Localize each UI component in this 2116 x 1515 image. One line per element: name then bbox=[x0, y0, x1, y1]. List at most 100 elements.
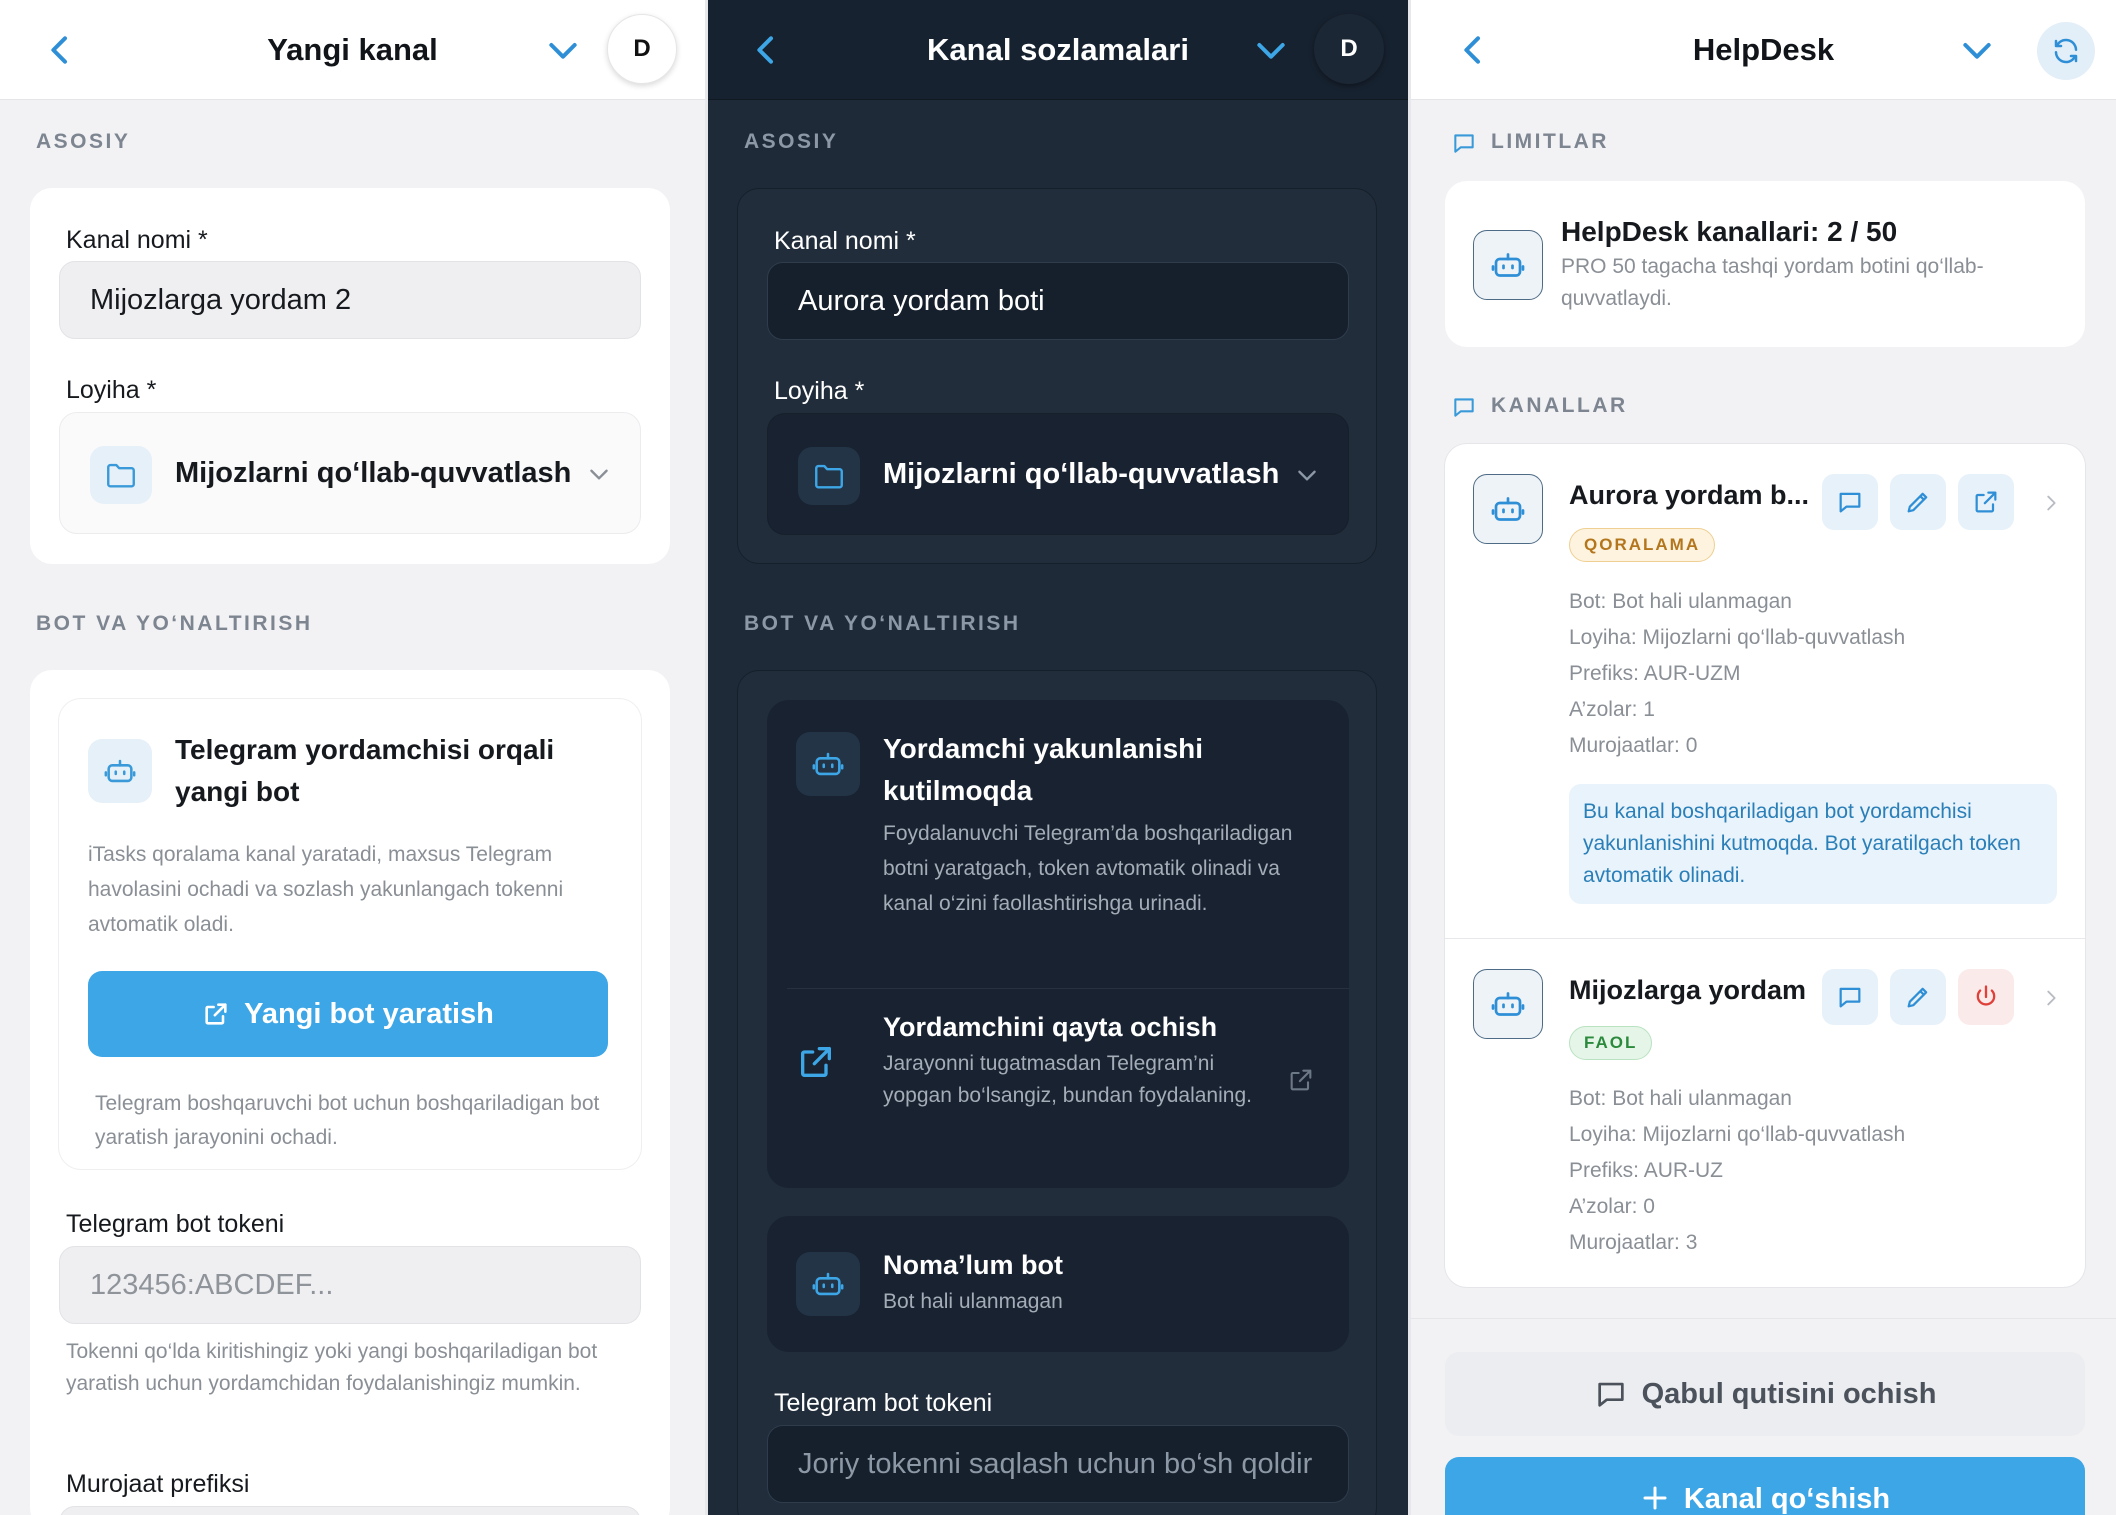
chevron-down-icon bbox=[590, 469, 608, 480]
dropdown-button[interactable] bbox=[543, 30, 583, 70]
pending-description: Foydalanuvchi Telegram’da boshqariladiga… bbox=[883, 822, 1293, 915]
channel-bot: Bot: Bot hali ulanmagan bbox=[1569, 590, 1792, 613]
wizard-hint: Telegram boshqaruvchi bot uchun boshqari… bbox=[95, 1092, 600, 1149]
token-label: Telegram bot tokeni bbox=[66, 1210, 285, 1238]
external-link-icon bbox=[205, 1003, 227, 1025]
channel-name-label: Kanal nomi * bbox=[66, 226, 208, 254]
open-inbox-label: Qabul qutisini ochish bbox=[1641, 1377, 1937, 1410]
folder-icon bbox=[107, 463, 135, 488]
channel-row[interactable]: Aurora yordam b... QORALAMA Bot: Bot hal… bbox=[1445, 444, 2085, 938]
add-channel-button[interactable]: Kanal qo‘shish bbox=[1445, 1457, 2085, 1515]
robot-icon-box bbox=[1473, 474, 1543, 544]
robot-icon-box bbox=[1473, 230, 1543, 300]
status-badge: QORALAMA bbox=[1569, 528, 1716, 562]
channel-tickets: Murojaatlar: 0 bbox=[1569, 734, 1698, 757]
section-main-label: ASOSIY bbox=[36, 130, 131, 153]
chevron-right-icon bbox=[2047, 990, 2056, 1006]
token-label: Telegram bot tokeni bbox=[774, 1389, 993, 1417]
create-bot-button[interactable]: Yangi bot yaratish bbox=[88, 971, 608, 1057]
channel-name-input[interactable]: Mijozlarga yordam 2 bbox=[59, 261, 641, 339]
token-hint: Tokenni qo‘lda kiritishingiz yoki yangi … bbox=[66, 1340, 598, 1395]
chevron-right-icon bbox=[2047, 495, 2056, 511]
bot-card: Yordamchi yakunlanishi kutilmoqda Foydal… bbox=[737, 670, 1377, 1515]
back-button[interactable] bbox=[1453, 30, 1493, 70]
project-select[interactable]: Mijozlarni qo‘llab-quvvatlash bbox=[767, 413, 1349, 535]
chevron-left-icon bbox=[51, 36, 67, 64]
dropdown-button[interactable] bbox=[1957, 30, 1997, 70]
folder-icon-box bbox=[798, 447, 860, 505]
status-badge: FAOL bbox=[1569, 1026, 1653, 1060]
channel-name: Aurora yordam b... bbox=[1569, 480, 1810, 510]
prefix-label: Murojaat prefiksi bbox=[66, 1470, 250, 1498]
robot-icon bbox=[812, 752, 844, 776]
section-main-label: ASOSIY bbox=[744, 130, 839, 153]
channel-members: A’zolar: 0 bbox=[1569, 1195, 1655, 1218]
token-input[interactable]: Joriy tokenni saqlash uchun bo‘sh qoldir bbox=[767, 1425, 1349, 1503]
project-select[interactable]: Mijozlarni qo‘llab-quvvatlash bbox=[59, 412, 641, 534]
robot-icon bbox=[1491, 992, 1525, 1016]
dropdown-button[interactable] bbox=[1251, 30, 1291, 70]
project-select-value: Mijozlarni qo‘llab-quvvatlash bbox=[175, 456, 572, 489]
robot-icon bbox=[1491, 253, 1525, 277]
back-button[interactable] bbox=[40, 30, 80, 70]
limits-description: PRO 50 tagacha tashqi yordam botini qo‘l… bbox=[1561, 255, 1984, 310]
disable-button[interactable] bbox=[1958, 969, 2014, 1025]
robot-icon bbox=[1491, 497, 1525, 521]
section-bot-label: BOT VA YO‘NALTIRISH bbox=[744, 612, 1021, 635]
chevron-left-icon bbox=[757, 36, 773, 64]
message-icon bbox=[1454, 134, 1474, 153]
message-icon bbox=[1597, 1382, 1624, 1407]
page-title: Yangi kanal bbox=[267, 32, 438, 67]
edit-button[interactable] bbox=[1890, 474, 1946, 530]
channel-settings-screen: Kanal sozlamalari D ASOSIY Kanal nomi * … bbox=[708, 0, 1408, 1515]
pending-title: Yordamchi yakunlanishi kutilmoqda bbox=[883, 733, 1204, 806]
prefix-input[interactable] bbox=[59, 1506, 641, 1515]
reopen-title: Yordamchini qayta ochish bbox=[883, 1012, 1218, 1042]
chat-button[interactable] bbox=[1822, 969, 1878, 1025]
wizard-description: iTasks qoralama kanal yaratadi, maxsus T… bbox=[88, 843, 564, 936]
power-icon bbox=[1976, 985, 1996, 1006]
external-link-icon bbox=[801, 1047, 831, 1077]
channel-prefix: Prefiks: AUR-UZ bbox=[1569, 1159, 1724, 1182]
chat-button[interactable] bbox=[1822, 474, 1878, 530]
channels-card: Aurora yordam b... QORALAMA Bot: Bot hal… bbox=[1445, 444, 2085, 1287]
plus-icon bbox=[1643, 1486, 1667, 1510]
channel-row[interactable]: Mijozlarga yordam FAOL Bot: Bot hali ula… bbox=[1445, 939, 2085, 1287]
robot-icon-box bbox=[796, 1252, 860, 1316]
chevron-down-icon bbox=[549, 43, 577, 59]
reopen-description: Jarayonni tugatmasdan Telegram’ni yopgan… bbox=[883, 1052, 1252, 1107]
page-title: Kanal sozlamalari bbox=[927, 32, 1189, 67]
back-button[interactable] bbox=[746, 30, 786, 70]
create-bot-button-label: Yangi bot yaratish bbox=[244, 997, 494, 1030]
channel-prefix: Prefiks: AUR-UZM bbox=[1569, 662, 1741, 685]
channel-bot: Bot: Bot hali ulanmagan bbox=[1569, 1087, 1792, 1110]
token-input[interactable]: 123456:ABCDEF... bbox=[59, 1246, 641, 1324]
avatar[interactable]: D bbox=[607, 14, 677, 84]
message-icon bbox=[1839, 987, 1861, 1008]
open-inbox-button[interactable]: Qabul qutisini ochish bbox=[1445, 1352, 2085, 1436]
robot-icon bbox=[104, 759, 136, 783]
pencil-icon bbox=[1907, 492, 1928, 513]
folder-icon-box bbox=[90, 446, 152, 504]
message-icon bbox=[1454, 398, 1474, 417]
pencil-icon bbox=[1907, 987, 1928, 1008]
limits-title: HelpDesk kanallari: 2 / 50 bbox=[1561, 216, 1898, 247]
channel-name-input[interactable]: Aurora yordam boti bbox=[767, 262, 1349, 340]
pending-notice: Bu kanal boshqariladigan bot yordamchisi… bbox=[1569, 784, 2057, 904]
chevron-down-icon bbox=[1963, 43, 1991, 59]
open-link-button[interactable] bbox=[1958, 474, 2014, 530]
edit-button[interactable] bbox=[1890, 969, 1946, 1025]
bot-info-card: Noma’lum bot Bot hali ulanmagan bbox=[767, 1216, 1349, 1352]
reopen-wizard-row[interactable]: Yordamchini qayta ochish Jarayonni tugat… bbox=[767, 990, 1349, 1188]
project-label: Loyiha * bbox=[774, 377, 865, 405]
new-channel-screen: Yangi kanal D ASOSIY Kanal nomi * Mijozl… bbox=[0, 0, 705, 1515]
chevron-down-icon bbox=[1298, 470, 1316, 481]
channel-name: Mijozlarga yordam bbox=[1569, 975, 1807, 1005]
refresh-button[interactable] bbox=[2037, 22, 2095, 80]
avatar[interactable]: D bbox=[1314, 14, 1384, 84]
main-card: Kanal nomi * Mijozlarga yordam 2 Loyiha … bbox=[30, 188, 670, 564]
chevron-left-icon bbox=[1464, 36, 1480, 64]
bot-status: Bot hali ulanmagan bbox=[883, 1290, 1063, 1313]
project-select-value: Mijozlarni qo‘llab-quvvatlash bbox=[883, 457, 1280, 490]
robot-icon bbox=[812, 1272, 844, 1296]
